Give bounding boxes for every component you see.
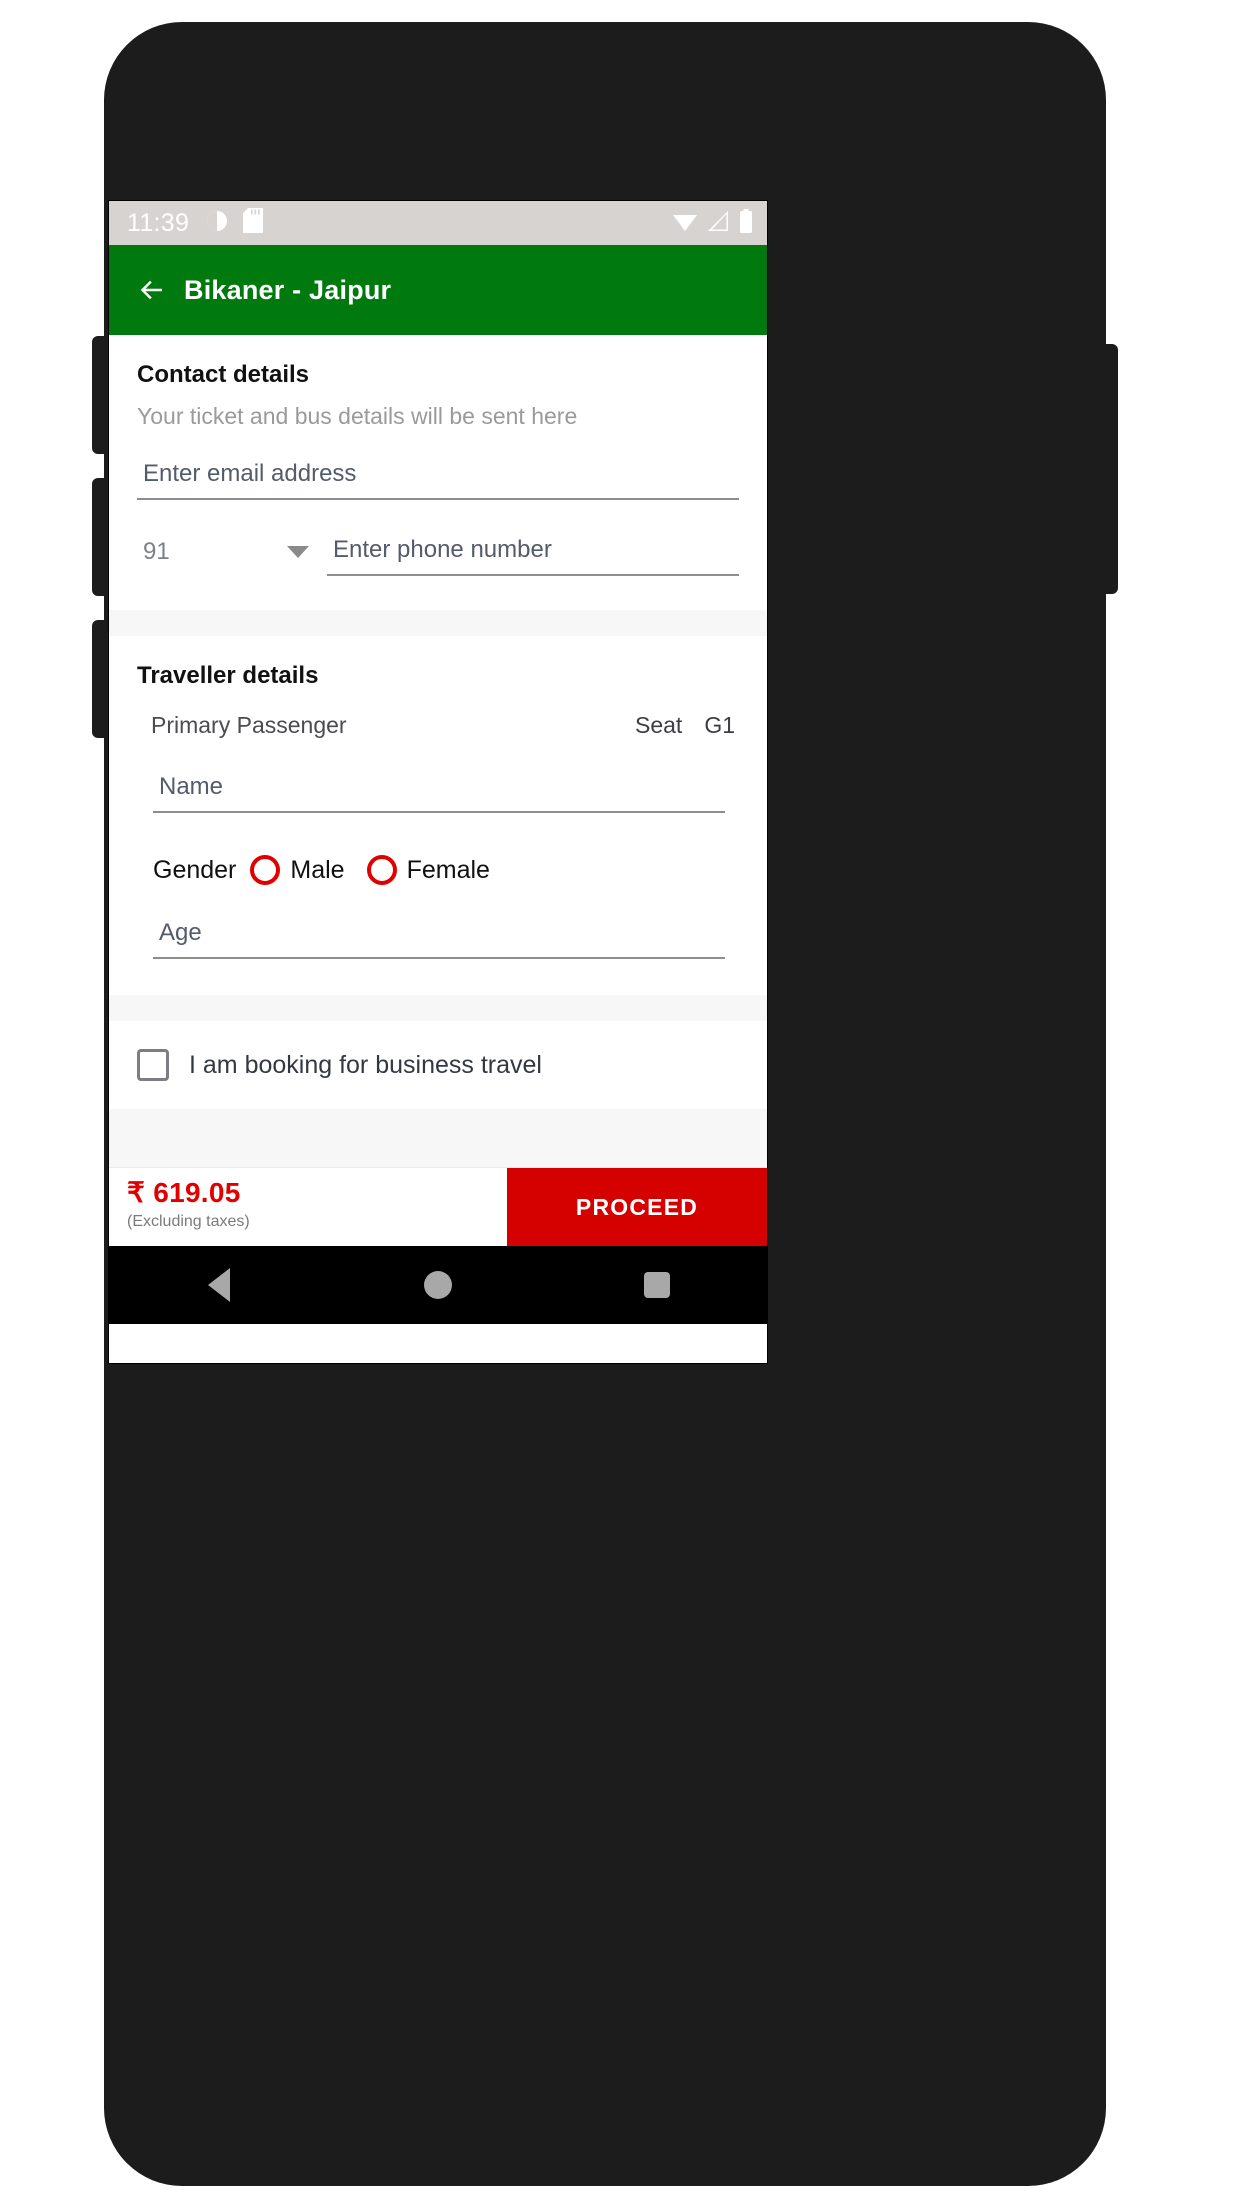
age-field-underline — [153, 957, 725, 959]
nav-home-button[interactable] — [328, 1271, 547, 1299]
nav-home-icon — [423, 1271, 452, 1299]
status-bar-right-icons — [672, 208, 753, 238]
phone-row: 91 Enter phone number — [137, 536, 739, 576]
wifi-icon — [672, 210, 698, 237]
page-title: Bikaner - Jaipur — [184, 274, 392, 305]
business-travel-checkbox[interactable] — [137, 1049, 169, 1081]
gender-male-label: Male — [290, 855, 345, 884]
contact-details-subtitle: Your ticket and bus details will be sent… — [137, 403, 578, 429]
status-bar: 11:39 — [109, 201, 767, 245]
phone-screen: 11:39 Bikaner - Jaipur Contact details Y… — [108, 200, 768, 1364]
email-field[interactable]: Enter email address — [137, 460, 739, 500]
status-bar-time: 11:39 — [127, 208, 190, 237]
back-arrow-icon[interactable] — [137, 275, 167, 305]
phone-number-field[interactable]: Enter phone number — [327, 536, 739, 576]
passenger-age-field[interactable]: Age — [153, 919, 725, 959]
traveller-details-card: Traveller details Primary Passenger Seat… — [109, 636, 767, 995]
nav-back-button[interactable] — [109, 1268, 328, 1302]
fare-block: ₹ 619.05 (Excluding taxes) — [109, 1168, 507, 1246]
seat-label: Seat — [634, 712, 683, 738]
power-button[interactable] — [1100, 344, 1118, 594]
status-bar-left-icons — [205, 208, 264, 238]
traveller-details-heading: Traveller details — [137, 662, 319, 689]
email-field-placeholder: Enter email address — [143, 460, 357, 487]
bottom-spacer — [109, 1109, 767, 1167]
bottom-action-bar: ₹ 619.05 (Excluding taxes) PROCEED — [109, 1167, 767, 1246]
name-field-underline — [153, 811, 725, 813]
business-travel-label: I am booking for business travel — [189, 1050, 542, 1079]
business-travel-row[interactable]: I am booking for business travel — [109, 1021, 767, 1109]
proceed-button[interactable]: PROCEED — [507, 1168, 767, 1246]
app-bar: Bikaner - Jaipur — [109, 245, 767, 335]
passenger-name-field[interactable]: Name — [153, 773, 725, 813]
android-nav-bar — [109, 1246, 767, 1324]
gender-selector: Gender Male Female — [137, 855, 739, 885]
nav-back-icon — [207, 1268, 230, 1302]
country-code-value: 91 — [143, 538, 170, 565]
alarm-icon — [205, 209, 229, 238]
contact-details-card: Contact details Your ticket and bus deta… — [109, 335, 767, 610]
battery-icon — [739, 208, 753, 238]
primary-passenger-label: Primary Passenger — [151, 712, 347, 738]
cellular-signal-icon — [707, 210, 730, 237]
fare-note: (Excluding taxes) — [127, 1213, 250, 1230]
phone-field-underline — [327, 574, 739, 576]
radio-male-icon[interactable] — [250, 855, 281, 885]
phone-field-placeholder: Enter phone number — [333, 536, 552, 563]
nav-recents-button[interactable] — [548, 1272, 767, 1298]
contact-details-heading: Contact details — [137, 361, 310, 388]
gender-option-male[interactable]: Male — [250, 855, 358, 885]
gender-label: Gender — [153, 855, 237, 884]
radio-female-icon[interactable] — [366, 855, 397, 885]
gender-option-female[interactable]: Female — [366, 855, 504, 885]
nav-recents-icon — [644, 1272, 671, 1298]
primary-passenger-row: Primary Passenger Seat G1 — [137, 712, 739, 739]
seat-info: Seat G1 — [635, 712, 735, 739]
fare-amount: ₹ 619.05 — [127, 1177, 241, 1208]
seat-number: G1 — [704, 712, 735, 738]
content-scroll-area: Contact details Your ticket and bus deta… — [109, 335, 767, 1167]
country-code-dropdown[interactable]: 91 — [137, 538, 327, 576]
sd-card-icon — [243, 208, 264, 238]
gender-female-label: Female — [406, 855, 490, 884]
name-field-placeholder: Name — [159, 773, 224, 800]
chevron-down-icon — [287, 546, 309, 558]
section-divider-gap — [109, 610, 767, 636]
email-field-underline — [137, 498, 739, 500]
age-field-placeholder: Age — [159, 919, 202, 946]
section-divider-gap-2 — [109, 995, 767, 1021]
